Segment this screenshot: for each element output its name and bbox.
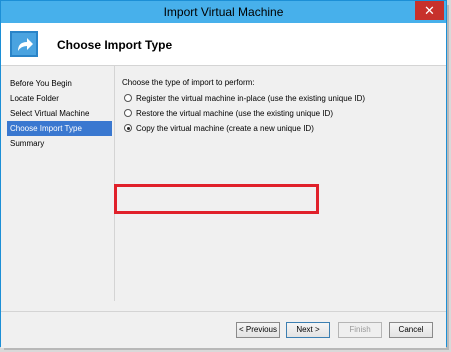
radio-copy[interactable] xyxy=(124,124,132,132)
import-type-prompt: Choose the type of import to perform: xyxy=(122,78,255,87)
close-icon: ✕ xyxy=(424,3,435,18)
option-copy[interactable]: Copy the virtual machine (create a new u… xyxy=(122,122,314,135)
option-label: Register the virtual machine in-place (u… xyxy=(136,94,366,103)
previous-button[interactable]: < Previous xyxy=(236,322,280,338)
title-bar[interactable]: Import Virtual Machine ✕ xyxy=(1,1,446,23)
option-label: Restore the virtual machine (use the exi… xyxy=(136,109,333,118)
import-type-panel: Choose the type of import to perform: Re… xyxy=(122,78,365,135)
finish-button[interactable]: Finish xyxy=(338,322,382,338)
option-register-in-place[interactable]: Register the virtual machine in-place (u… xyxy=(122,92,365,105)
annotation-highlight-box xyxy=(114,184,319,214)
option-restore[interactable]: Restore the virtual machine (use the exi… xyxy=(122,107,333,120)
wizard-body: Before You Begin Locate Folder Select Vi… xyxy=(1,66,446,311)
next-button[interactable]: Next > xyxy=(286,322,330,338)
nav-item-choose-import-type[interactable]: Choose Import Type xyxy=(7,121,112,136)
radio-register-in-place[interactable] xyxy=(124,94,132,102)
nav-item-before-you-begin[interactable]: Before You Begin xyxy=(7,76,112,91)
wizard-footer: < Previous Next > Finish Cancel xyxy=(1,311,446,348)
radio-restore[interactable] xyxy=(124,109,132,117)
import-arrow-icon xyxy=(10,31,38,57)
wizard-steps-nav: Before You Begin Locate Folder Select Vi… xyxy=(7,76,112,151)
import-vm-dialog: Import Virtual Machine ✕ Choose Import T… xyxy=(0,0,447,348)
window-title: Import Virtual Machine xyxy=(163,5,284,19)
cancel-button[interactable]: Cancel xyxy=(389,322,433,338)
nav-item-summary[interactable]: Summary xyxy=(7,136,112,151)
nav-item-locate-folder[interactable]: Locate Folder xyxy=(7,91,112,106)
page-title: Choose Import Type xyxy=(57,38,173,52)
close-button[interactable]: ✕ xyxy=(415,1,444,20)
nav-item-select-virtual-machine[interactable]: Select Virtual Machine xyxy=(7,106,112,121)
wizard-header: Choose Import Type xyxy=(1,23,446,66)
option-label: Copy the virtual machine (create a new u… xyxy=(136,124,314,133)
